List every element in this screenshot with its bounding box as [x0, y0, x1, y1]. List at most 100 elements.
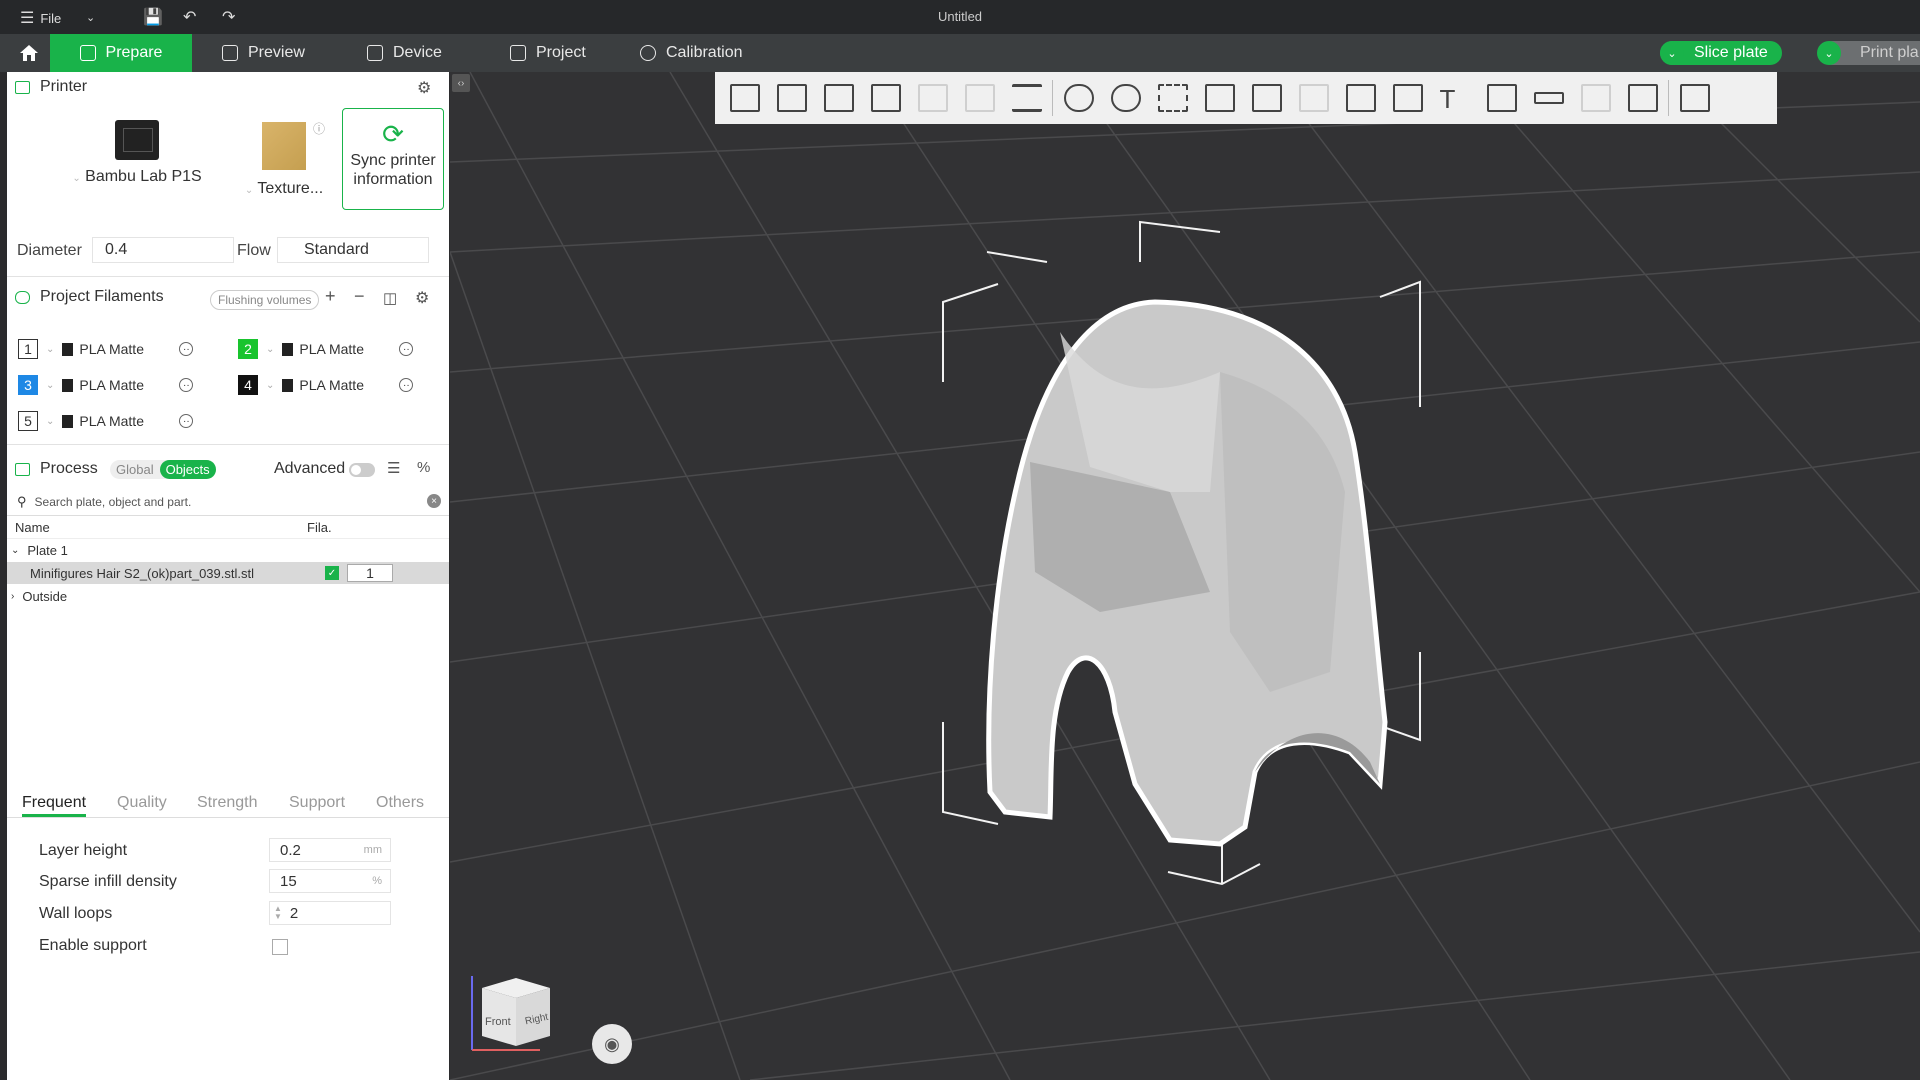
chevron-down-icon[interactable]: ⌄	[1660, 41, 1684, 65]
fit-view-icon[interactable]	[1619, 76, 1666, 120]
list-icon[interactable]: ☰	[387, 459, 400, 477]
filament-sync-icon[interactable]: ◫	[383, 289, 397, 307]
layout-icon[interactable]	[862, 76, 909, 120]
measure-icon[interactable]	[1525, 76, 1572, 120]
process-scope-toggle[interactable]: Global Objects	[110, 460, 216, 479]
scale-icon[interactable]	[1149, 76, 1196, 120]
project-icon	[510, 45, 526, 61]
enable-support-checkbox[interactable]	[272, 939, 288, 955]
tab-preview-label: Preview	[248, 44, 305, 61]
explode-icon[interactable]	[1671, 76, 1718, 120]
edit-icon[interactable]: ··	[399, 378, 414, 392]
printer-section-header: Printer	[15, 78, 87, 96]
tab-others[interactable]: Others	[376, 794, 424, 812]
infill-density-value: 15	[280, 872, 297, 890]
tab-calibration[interactable]: Calibration	[628, 34, 754, 72]
flow-value: Standard	[304, 241, 369, 258]
tab-device[interactable]: Device	[355, 34, 454, 72]
add-icon[interactable]: +	[325, 286, 336, 307]
filament-item-4[interactable]: 4 ⌄ PLA Matte ··	[238, 375, 414, 395]
tab-device-label: Device	[393, 44, 442, 61]
slice-plate-button[interactable]: ⌄ Slice plate	[1660, 41, 1782, 65]
move-icon[interactable]	[1055, 76, 1102, 120]
filament-type-icon	[62, 414, 74, 428]
add-object-icon[interactable]	[721, 76, 768, 120]
search-input[interactable]: Search plate, object and part.	[35, 495, 192, 509]
stepper-arrows-icon[interactable]: ▲ ▼	[274, 905, 282, 921]
infill-density-input[interactable]: 15 %	[269, 869, 391, 893]
wall-loops-stepper[interactable]: ▲ ▼ 2	[269, 901, 391, 925]
filament-type-icon	[282, 378, 294, 392]
check-icon[interactable]: ✓	[325, 566, 339, 580]
filament-number-2: 2	[238, 339, 258, 359]
object-row[interactable]: Minifigures Hair S2_(ok)part_039.stl.stl…	[7, 562, 449, 584]
tab-frequent[interactable]: Frequent	[22, 794, 87, 817]
objects-option[interactable]: Objects	[159, 460, 216, 479]
layer-height-input[interactable]: 0.2 mm	[269, 838, 391, 862]
orient-icon[interactable]	[815, 76, 862, 120]
search-bar[interactable]: ⚲ Search plate, object and part. ×	[7, 490, 449, 514]
printer-name: Bambu Lab P1S	[85, 168, 202, 185]
tab-support[interactable]: Support	[289, 794, 345, 812]
printer-selector[interactable]: ⌄ Bambu Lab P1S	[62, 120, 212, 186]
chevron-down-icon: ⌄	[46, 379, 55, 391]
lay-on-face-icon[interactable]	[1196, 76, 1243, 120]
layers-icon[interactable]	[1003, 76, 1050, 120]
filament-number-1: 1	[18, 339, 38, 359]
plate-row[interactable]: ⌄ Plate 1	[7, 539, 449, 561]
diameter-label: Diameter	[17, 242, 82, 259]
tab-quality[interactable]: Quality	[117, 794, 167, 812]
seam-paint-icon[interactable]	[1384, 76, 1431, 120]
remove-icon[interactable]: −	[354, 286, 365, 307]
gear-icon[interactable]: ⚙	[415, 288, 429, 308]
printer-section-title: Printer	[40, 78, 88, 95]
build-plate-grid	[450, 72, 1920, 1080]
diameter-select[interactable]: 0.4	[92, 237, 234, 263]
collapse-panel-button[interactable]: ‹›	[452, 74, 470, 92]
global-option[interactable]: Global	[110, 460, 160, 479]
tab-strength[interactable]: Strength	[197, 794, 257, 812]
divider	[7, 444, 449, 445]
text-tool-icon[interactable]: T	[1431, 76, 1478, 120]
color-paint-icon[interactable]	[1478, 76, 1525, 120]
tab-prepare-label: Prepare	[105, 44, 163, 61]
info-icon[interactable]: ⓘ	[313, 120, 325, 137]
cut-icon[interactable]	[1243, 76, 1290, 120]
camera-button[interactable]: ◉	[592, 1024, 632, 1064]
3d-viewport[interactable]	[450, 72, 1920, 1080]
filament-item-2[interactable]: 2 ⌄ PLA Matte ··	[238, 339, 414, 359]
camera-icon: ◉	[604, 1033, 620, 1054]
edit-icon[interactable]: ··	[399, 342, 414, 356]
grid-arrange-icon[interactable]	[768, 76, 815, 120]
tab-preview[interactable]: Preview	[210, 34, 317, 72]
enable-support-label: Enable support	[39, 937, 147, 954]
edit-icon[interactable]: ··	[179, 414, 194, 428]
clear-icon[interactable]: ×	[427, 494, 441, 508]
outside-row[interactable]: › Outside	[7, 585, 449, 607]
filament-item-5[interactable]: 5 ⌄ PLA Matte ··	[18, 411, 194, 431]
chevron-right-icon[interactable]: ›	[11, 591, 14, 602]
percent-icon[interactable]: %	[417, 459, 430, 476]
flushing-volumes-button[interactable]: Flushing volumes	[210, 290, 320, 310]
gear-icon[interactable]: ⚙	[417, 78, 431, 98]
toolbar-separator	[1052, 80, 1053, 116]
sync-printer-button[interactable]: ⟳ Sync printer information	[342, 108, 444, 210]
column-name: Name	[15, 520, 50, 535]
tab-prepare[interactable]: Prepare	[50, 34, 192, 72]
chevron-down-icon[interactable]: ⌄	[1817, 41, 1841, 65]
main-nav: Prepare Preview Device Project Calibrati…	[0, 34, 1920, 72]
view-cube[interactable]: Front Right	[470, 968, 562, 1054]
flow-select[interactable]: Standard	[277, 237, 429, 263]
home-button[interactable]	[12, 40, 46, 66]
mesh-boolean-icon	[1290, 76, 1337, 120]
filament-item-1[interactable]: 1 ⌄ PLA Matte ··	[18, 339, 194, 359]
object-filament-select[interactable]: 1	[347, 564, 393, 582]
support-paint-icon[interactable]	[1337, 76, 1384, 120]
edit-icon[interactable]: ··	[179, 378, 194, 392]
tab-project[interactable]: Project	[498, 34, 598, 72]
edit-icon[interactable]: ··	[179, 342, 194, 356]
chevron-down-icon[interactable]: ⌄	[11, 545, 19, 556]
filament-item-3[interactable]: 3 ⌄ PLA Matte ··	[18, 375, 194, 395]
rotate-icon[interactable]	[1102, 76, 1149, 120]
advanced-toggle[interactable]	[349, 463, 375, 477]
